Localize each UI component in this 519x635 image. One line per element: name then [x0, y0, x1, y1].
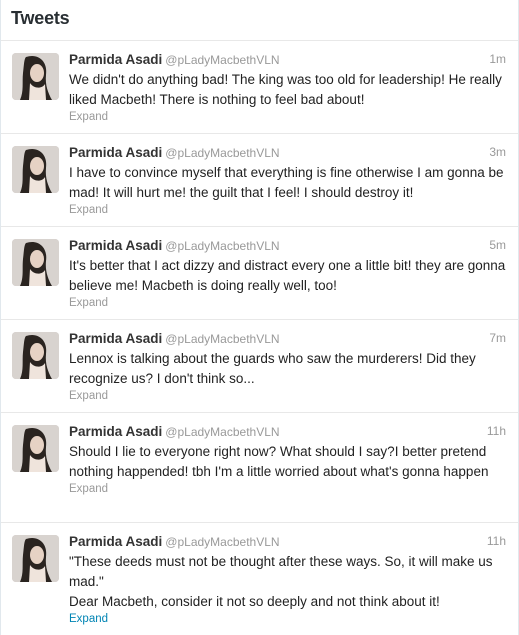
user-handle[interactable]: @pLadyMacbethVLN	[165, 425, 279, 439]
tweet-timestamp[interactable]: 11h	[487, 424, 506, 438]
tweet-header: Parmida Asadi @pLadyMacbethVLN	[69, 51, 506, 68]
user-name[interactable]: Parmida Asadi	[69, 424, 162, 439]
tweet-timestamp[interactable]: 3m	[489, 145, 506, 159]
user-handle[interactable]: @pLadyMacbethVLN	[165, 535, 279, 549]
tweet-timestamp[interactable]: 5m	[489, 238, 506, 252]
expand-link[interactable]: Expand	[69, 110, 506, 126]
tweet-timestamp[interactable]: 11h	[487, 534, 506, 548]
user-handle[interactable]: @pLadyMacbethVLN	[165, 239, 279, 253]
tweet-item[interactable]: Parmida Asadi @pLadyMacbethVLN 11h Should…	[1, 413, 518, 523]
user-handle[interactable]: @pLadyMacbethVLN	[165, 146, 279, 160]
avatar[interactable]	[12, 425, 59, 472]
tweet-header: Parmida Asadi @pLadyMacbethVLN	[69, 533, 506, 550]
expand-link[interactable]: Expand	[69, 389, 506, 405]
avatar[interactable]	[12, 239, 59, 286]
user-name[interactable]: Parmida Asadi	[69, 145, 162, 160]
avatar[interactable]	[12, 146, 59, 193]
tweet-item[interactable]: Parmida Asadi @pLadyMacbethVLN 7m Lennox …	[1, 320, 518, 413]
tweet-header: Parmida Asadi @pLadyMacbethVLN	[69, 237, 506, 254]
tweets-panel: Tweets Parmida Asadi @pLadyMacbethVLN 1m …	[0, 0, 519, 635]
tweet-item[interactable]: Parmida Asadi @pLadyMacbethVLN 3m I have …	[1, 134, 518, 227]
tweets-header: Tweets	[1, 0, 518, 41]
user-handle[interactable]: @pLadyMacbethVLN	[165, 53, 279, 67]
tweet-text: I have to convince myself that everythin…	[69, 165, 504, 200]
tweet-timestamp[interactable]: 7m	[489, 331, 506, 345]
user-name[interactable]: Parmida Asadi	[69, 534, 162, 549]
tweet-item[interactable]: Parmida Asadi @pLadyMacbethVLN 5m It's be…	[1, 227, 518, 320]
avatar[interactable]	[12, 53, 59, 100]
tweet-item[interactable]: Parmida Asadi @pLadyMacbethVLN 11h "These…	[1, 523, 518, 635]
user-name[interactable]: Parmida Asadi	[69, 238, 162, 253]
tweet-header: Parmida Asadi @pLadyMacbethVLN	[69, 423, 506, 440]
tweet-timestamp[interactable]: 1m	[489, 52, 506, 66]
tweet-text: It's better that I act dizzy and distrac…	[69, 258, 506, 293]
tweet-header: Parmida Asadi @pLadyMacbethVLN	[69, 144, 506, 161]
user-handle[interactable]: @pLadyMacbethVLN	[165, 332, 279, 346]
expand-link[interactable]: Expand	[69, 482, 506, 498]
tweet-text: "These deeds must not be thought after t…	[69, 554, 493, 589]
expand-link[interactable]: Expand	[69, 296, 506, 312]
user-name[interactable]: Parmida Asadi	[69, 331, 162, 346]
expand-link[interactable]: Expand	[69, 203, 506, 219]
tweet-header: Parmida Asadi @pLadyMacbethVLN	[69, 330, 506, 347]
tweet-text: Lennox is talking about the guards who s…	[69, 351, 476, 386]
tweet-text: Should I lie to everyone right now? What…	[69, 444, 489, 479]
tweet-item[interactable]: Parmida Asadi @pLadyMacbethVLN 1m We didn…	[1, 41, 518, 134]
user-name[interactable]: Parmida Asadi	[69, 52, 162, 67]
avatar[interactable]	[12, 535, 59, 582]
tweet-text-second-line: Dear Macbeth, consider it not so deeply …	[69, 594, 440, 609]
tweets-title: Tweets	[11, 8, 70, 28]
avatar[interactable]	[12, 332, 59, 379]
tweet-text: We didn't do anything bad! The king was …	[69, 72, 502, 107]
expand-link[interactable]: Expand	[69, 612, 506, 628]
